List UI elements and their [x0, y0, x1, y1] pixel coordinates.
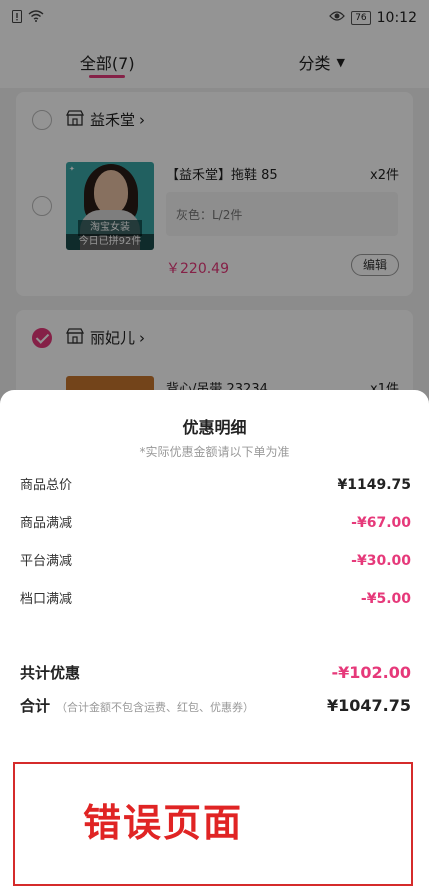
row-goods-discount: 商品满减 -¥67.00: [20, 512, 411, 531]
row-label: 平台满减: [20, 554, 73, 569]
sheet-title: 优惠明细: [182, 418, 247, 437]
total-note: （合计金额不包含运费、红包、优惠券）: [56, 701, 255, 714]
row-label: 共计优惠: [20, 664, 81, 682]
row-label: 商品总价: [20, 478, 73, 493]
row-stall-discount: 档口满减 -¥5.00: [20, 588, 411, 607]
row-total-discount: 共计优惠 -¥102.00: [20, 662, 411, 683]
row-value: ¥1149.75: [337, 477, 411, 493]
error-annotation-box: 错误页面: [13, 762, 413, 886]
row-value: -¥30.00: [351, 553, 411, 569]
row-value: ¥1047.75: [326, 696, 411, 715]
row-value: -¥67.00: [351, 515, 411, 531]
error-annotation-text: 错误页面: [83, 801, 244, 845]
row-value: -¥102.00: [331, 663, 411, 682]
row-platform-discount: 平台满减 -¥30.00: [20, 550, 411, 569]
row-label: 档口满减: [20, 592, 73, 607]
row-goods-total: 商品总价 ¥1149.75: [20, 474, 411, 493]
row-label: 合计: [20, 697, 51, 715]
row-label: 商品满减: [20, 516, 73, 531]
row-grand-total: 合计 （合计金额不包含运费、红包、优惠券） ¥1047.75: [20, 695, 411, 716]
sheet-subtitle: *实际优惠金额请以下单为准: [139, 445, 290, 459]
discount-detail-sheet: 优惠明细 *实际优惠金额请以下单为准 商品总价 ¥1149.75 商品满减 -¥…: [0, 390, 429, 895]
row-value: -¥5.00: [360, 591, 411, 607]
